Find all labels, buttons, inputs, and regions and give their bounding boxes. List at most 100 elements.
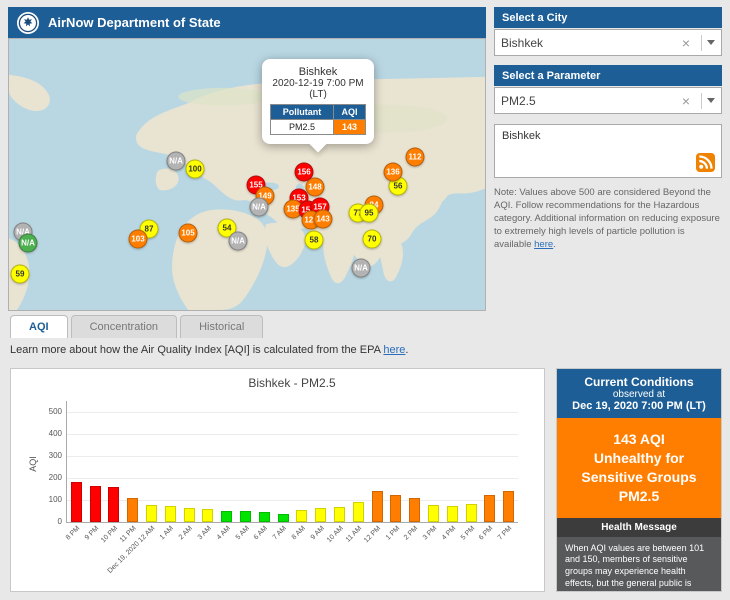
current-conditions-title: Current Conditions <box>561 375 717 389</box>
note-here-link[interactable]: here <box>534 239 553 250</box>
x-axis-tick-label: 6 PM <box>478 525 495 542</box>
chart-bar[interactable] <box>90 486 101 522</box>
tab-aqi[interactable]: AQI <box>10 315 68 338</box>
aqi-world-map[interactable]: N/A100155149N/A5487103105156148153135151… <box>8 38 486 311</box>
chevron-down-icon[interactable] <box>707 98 715 103</box>
aqi-map-marker[interactable]: 148 <box>306 178 325 197</box>
y-axis-label: AQI <box>28 456 38 472</box>
chart-bar[interactable] <box>503 491 514 522</box>
aqi-map-marker[interactable]: N/A <box>19 234 38 253</box>
chart-bar[interactable] <box>296 510 307 522</box>
aqi-map-marker[interactable]: N/A <box>250 198 269 217</box>
aqi-map-marker[interactable]: 95 <box>360 204 379 223</box>
chart-bar[interactable] <box>165 506 176 522</box>
popup-datetime: 2020-12-19 7:00 PM <box>270 78 366 89</box>
y-axis-tick-label: 200 <box>49 474 62 482</box>
tab-concentration[interactable]: Concentration <box>71 315 178 338</box>
divider <box>701 93 702 109</box>
tab-strip: AQIConcentrationHistorical <box>10 315 263 338</box>
x-axis-tick-label: 9 AM <box>309 525 325 541</box>
popup-pollutant-header: Pollutant <box>271 105 334 120</box>
learn-more-text: Learn more about how the Air Quality Ind… <box>10 344 383 356</box>
rss-icon[interactable] <box>696 153 715 172</box>
x-axis-tick-label: 9 PM <box>84 525 101 542</box>
aqi-map-marker[interactable]: N/A <box>352 259 371 278</box>
aqi-map-marker[interactable]: 58 <box>305 231 324 250</box>
chart-bar[interactable] <box>484 495 495 522</box>
parameter-select-value: PM2.5 <box>501 94 676 108</box>
chart-bar[interactable] <box>71 482 82 522</box>
x-axis-tick-label: 11 AM <box>345 525 364 544</box>
rss-city-label: Bishkek <box>502 130 714 142</box>
chart-bar[interactable] <box>353 502 364 522</box>
chart-bar[interactable] <box>127 498 138 522</box>
parameter-select[interactable]: PM2.5 × <box>494 87 722 114</box>
observed-datetime: Dec 19, 2020 7:00 PM (LT) <box>561 400 717 412</box>
learn-more-suffix: . <box>405 344 408 356</box>
city-select-header: Select a City <box>494 7 722 28</box>
chart-bar[interactable] <box>221 511 232 522</box>
aqi-map-marker[interactable]: 112 <box>406 148 425 167</box>
chart-bar[interactable] <box>447 506 458 522</box>
x-axis-tick-label: 1 PM <box>384 525 401 542</box>
chart-title: Bishkek - PM2.5 <box>66 376 518 390</box>
aqi-bar-chart-panel: Bishkek - PM2.5 AQI 01002003004005008 PM… <box>10 368 545 592</box>
x-axis-tick-label: 5 PM <box>459 525 476 542</box>
chart-bar[interactable] <box>240 511 251 522</box>
state-department-seal-icon <box>16 11 40 35</box>
aqi-map-marker[interactable]: N/A <box>167 152 186 171</box>
page: { "header": { "title": "AirNow Departmen… <box>0 0 730 600</box>
map-popup: Bishkek 2020-12-19 7:00 PM (LT) Pollutan… <box>262 59 374 144</box>
current-aqi-pollutant: PM2.5 <box>565 487 713 506</box>
city-select[interactable]: Bishkek × <box>494 29 722 56</box>
beyond-aqi-note: Note: Values above 500 are considered Be… <box>494 186 722 252</box>
chart-bar[interactable] <box>259 512 270 522</box>
clear-city-icon[interactable]: × <box>676 35 696 51</box>
chart-bar[interactable] <box>390 495 401 522</box>
aqi-map-marker[interactable]: 100 <box>186 160 205 179</box>
tab-historical[interactable]: Historical <box>180 315 263 338</box>
aqi-map-marker[interactable]: 143 <box>314 210 333 229</box>
health-message-text: When AQI values are between 101 and 150,… <box>557 537 721 592</box>
chart-bar[interactable] <box>466 504 477 522</box>
chart-bar[interactable] <box>315 508 326 522</box>
y-axis-tick-label: 400 <box>49 430 62 438</box>
popup-aqi-table: Pollutant AQI PM2.5 143 <box>270 104 366 135</box>
chart-bar[interactable] <box>278 514 289 522</box>
chart-bar[interactable] <box>202 509 213 522</box>
aqi-map-marker[interactable]: N/A <box>229 232 248 251</box>
rss-feed-box: Bishkek <box>494 124 722 178</box>
chevron-down-icon[interactable] <box>707 40 715 45</box>
y-axis-tick-label: 300 <box>49 452 62 460</box>
clear-parameter-icon[interactable]: × <box>676 93 696 109</box>
current-aqi-block: 143 AQI Unhealthy for Sensitive Groups P… <box>557 418 721 518</box>
y-axis-tick-label: 0 <box>58 518 62 526</box>
aqi-map-marker[interactable]: 103 <box>129 230 148 249</box>
x-axis-tick-label: 8 PM <box>65 525 82 542</box>
divider <box>701 35 702 51</box>
chart-bar[interactable] <box>372 491 383 522</box>
x-axis-tick-label: 8 AM <box>291 525 307 541</box>
x-axis-tick-label: 10 AM <box>325 525 344 544</box>
gridline <box>67 412 518 413</box>
x-axis-tick-label: 1 AM <box>159 525 175 541</box>
note-suffix: . <box>553 239 556 250</box>
app-header: AirNow Department of State <box>8 7 486 38</box>
chart-bar[interactable] <box>409 498 420 522</box>
popup-local-time: (LT) <box>270 89 366 100</box>
chart-bar[interactable] <box>184 508 195 522</box>
chart-bar[interactable] <box>146 505 157 522</box>
aqi-map-marker[interactable]: 105 <box>179 224 198 243</box>
y-axis-tick-label: 100 <box>49 496 62 504</box>
popup-aqi-header: AQI <box>334 105 366 120</box>
aqi-map-marker[interactable]: 70 <box>363 230 382 249</box>
chart-bar[interactable] <box>108 487 119 522</box>
chart-bar[interactable] <box>428 505 439 522</box>
x-axis-tick-label: 3 PM <box>422 525 439 542</box>
learn-more-here-link[interactable]: here <box>383 344 405 356</box>
x-axis-tick-label: 6 AM <box>253 525 269 541</box>
aqi-map-marker[interactable]: 59 <box>11 265 30 284</box>
aqi-map-marker[interactable]: 136 <box>384 163 403 182</box>
parameter-select-header: Select a Parameter <box>494 65 722 86</box>
chart-bar[interactable] <box>334 507 345 522</box>
